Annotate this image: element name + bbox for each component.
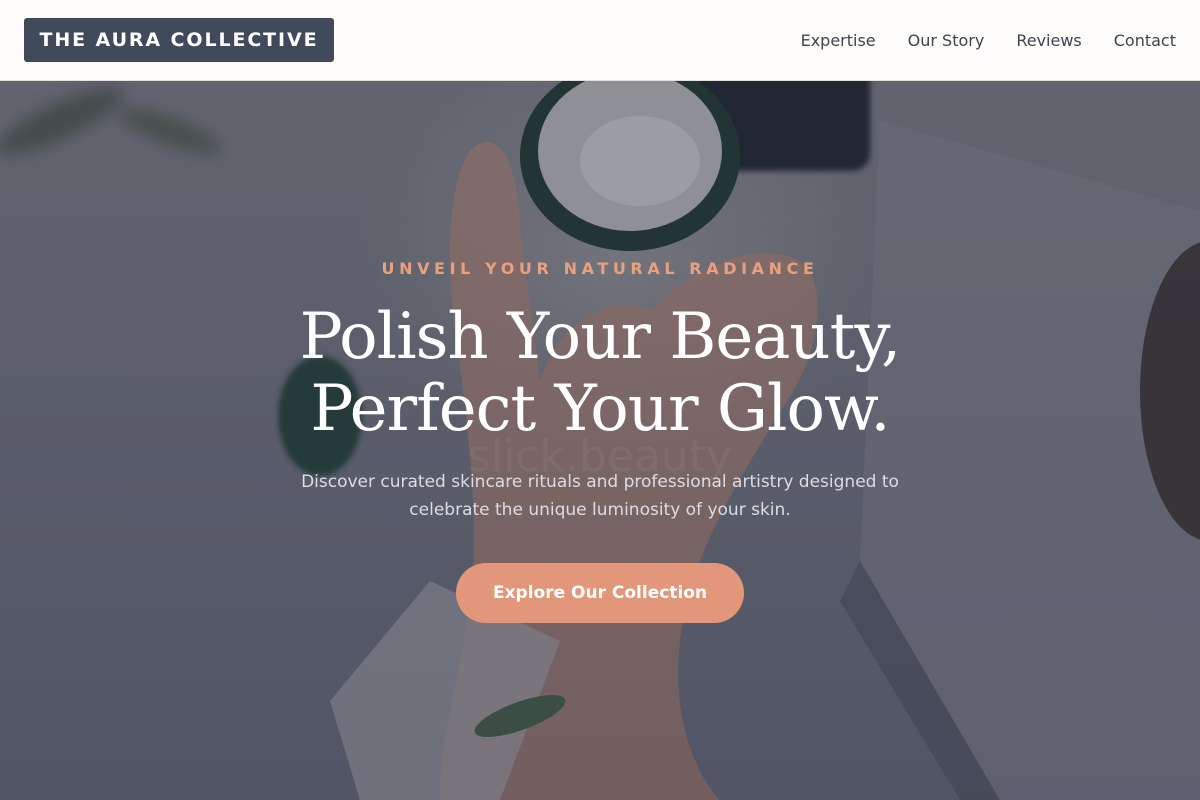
nav-link-reviews[interactable]: Reviews <box>1016 31 1081 50</box>
hero-content: UNVEIL YOUR NATURAL RADIANCE Polish Your… <box>0 81 1200 800</box>
nav-link-our-story[interactable]: Our Story <box>908 31 985 50</box>
explore-collection-button[interactable]: Explore Our Collection <box>456 563 744 623</box>
brand-logo[interactable]: THE AURA COLLECTIVE <box>24 18 334 62</box>
hero-headline: Polish Your Beauty, Perfect Your Glow. <box>0 301 1200 445</box>
nav-link-expertise[interactable]: Expertise <box>801 31 876 50</box>
hero-subtext: Discover curated skincare rituals and pr… <box>301 472 899 520</box>
nav-link-contact[interactable]: Contact <box>1114 31 1176 50</box>
hero-eyebrow: UNVEIL YOUR NATURAL RADIANCE <box>381 259 819 278</box>
site-header: THE AURA COLLECTIVE Expertise Our Story … <box>0 0 1200 81</box>
hero-headline-line2: Perfect Your Glow. <box>310 372 890 446</box>
hero-section: slick.beauty UNVEIL YOUR NATURAL RADIANC… <box>0 81 1200 800</box>
main-nav: Expertise Our Story Reviews Contact <box>801 0 1176 80</box>
hero-headline-line1: Polish Your Beauty, <box>299 300 902 374</box>
